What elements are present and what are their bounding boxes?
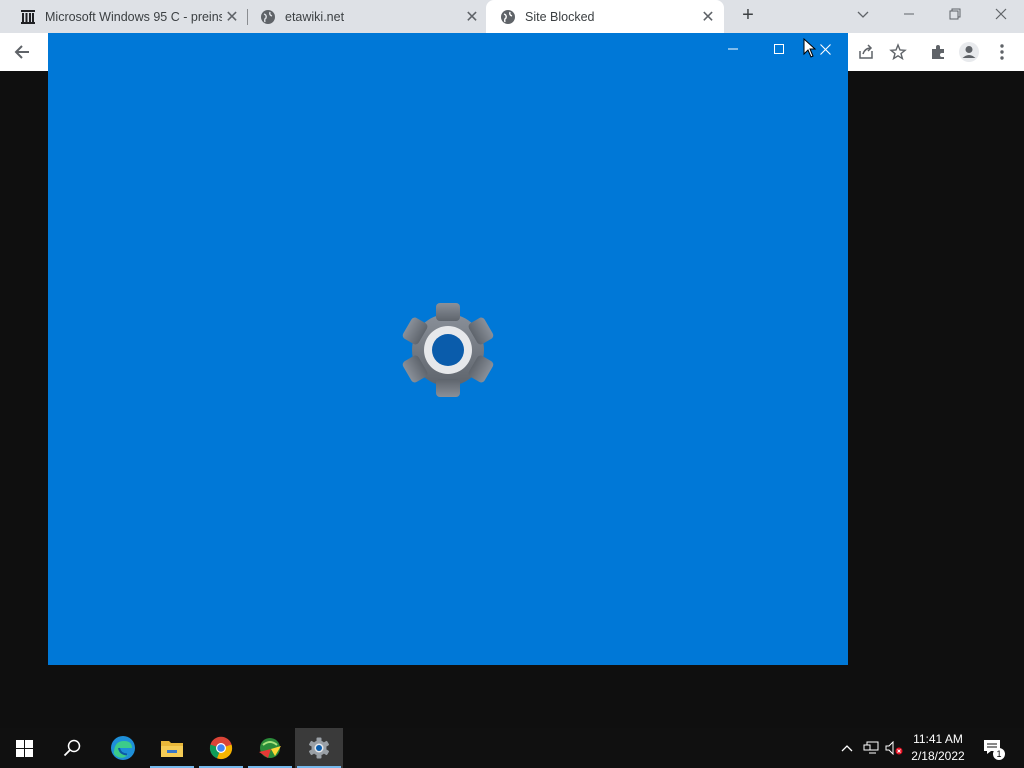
taskbar-network-app[interactable] [246, 728, 294, 768]
clock-time: 11:41 AM [913, 732, 963, 746]
bookmark-button[interactable] [887, 41, 909, 63]
star-icon [889, 43, 907, 61]
close-icon [995, 8, 1007, 20]
settings-app-window [48, 33, 848, 665]
back-button[interactable] [11, 41, 33, 63]
file-explorer-icon [161, 741, 183, 757]
tab-title: Microsoft Windows 95 C - preins [45, 9, 222, 24]
tab-search-button[interactable] [840, 0, 886, 30]
browser-minimize-button[interactable] [886, 0, 932, 30]
chrome-icon [209, 736, 233, 760]
tab-etawiki[interactable]: etawiki.net ✕ [240, 0, 488, 33]
clock-date: 2/18/2022 [911, 749, 965, 763]
back-arrow-icon [14, 45, 29, 59]
chevron-down-icon [857, 11, 869, 18]
share-button[interactable] [855, 41, 877, 63]
app-minimize-button[interactable] [710, 33, 756, 65]
settings-icon [309, 737, 329, 759]
browser-close-button[interactable] [978, 0, 1024, 30]
avatar-icon [959, 42, 979, 62]
mouse-cursor [803, 37, 817, 63]
profile-button[interactable] [958, 41, 980, 63]
show-hidden-icons-button[interactable] [838, 728, 856, 768]
tab-close-button[interactable]: ✕ [462, 7, 482, 27]
minimize-icon [904, 13, 914, 15]
app-maximize-button[interactable] [756, 33, 802, 65]
tab-close-button[interactable]: ✕ [222, 7, 242, 27]
gear-icon [399, 301, 497, 399]
browser-restore-button[interactable] [932, 0, 978, 30]
tab-windows95[interactable]: Microsoft Windows 95 C - preins ✕ [0, 0, 248, 33]
share-icon [859, 44, 873, 59]
maximize-icon [774, 44, 784, 54]
tab-close-button[interactable]: ✕ [698, 7, 718, 27]
start-icon [15, 739, 33, 757]
clock[interactable]: 11:41 AM 2/18/2022 [905, 731, 971, 765]
tab-title: Site Blocked [525, 9, 595, 24]
network-app-icon [259, 738, 281, 758]
taskbar-file-explorer[interactable] [148, 728, 196, 768]
taskbar-edge[interactable] [99, 728, 147, 768]
taskbar: 11:41 AM 2/18/2022 1 [0, 728, 1024, 768]
start-button[interactable] [0, 728, 48, 768]
volume-muted-icon [885, 741, 903, 755]
notification-badge: 1 [993, 748, 1005, 760]
taskbar-chrome[interactable] [197, 728, 245, 768]
browser-tabstrip: Microsoft Windows 95 C - preins ✕ etawik… [0, 0, 1024, 33]
network-tray-button[interactable] [861, 728, 881, 768]
menu-button[interactable] [991, 41, 1013, 63]
tab-title: etawiki.net [285, 9, 345, 24]
volume-tray-button[interactable] [884, 728, 904, 768]
search-icon [63, 739, 81, 757]
search-button[interactable] [48, 728, 96, 768]
extensions-button[interactable] [927, 41, 949, 63]
kebab-menu-icon [1000, 44, 1004, 60]
globe-icon [500, 9, 516, 25]
restore-icon [949, 8, 961, 20]
close-icon [819, 43, 831, 55]
edge-icon [111, 736, 135, 760]
archive-icon [20, 9, 36, 25]
minimize-icon [728, 48, 738, 50]
taskbar-settings[interactable] [295, 728, 343, 768]
chevron-up-icon [841, 745, 853, 752]
new-tab-button[interactable]: + [736, 3, 760, 27]
globe-icon [260, 9, 276, 25]
tab-site-blocked[interactable]: Site Blocked ✕ [486, 0, 724, 33]
action-center-button[interactable]: 1 [980, 728, 1006, 768]
network-icon [863, 741, 879, 754]
puzzle-icon [932, 45, 944, 59]
